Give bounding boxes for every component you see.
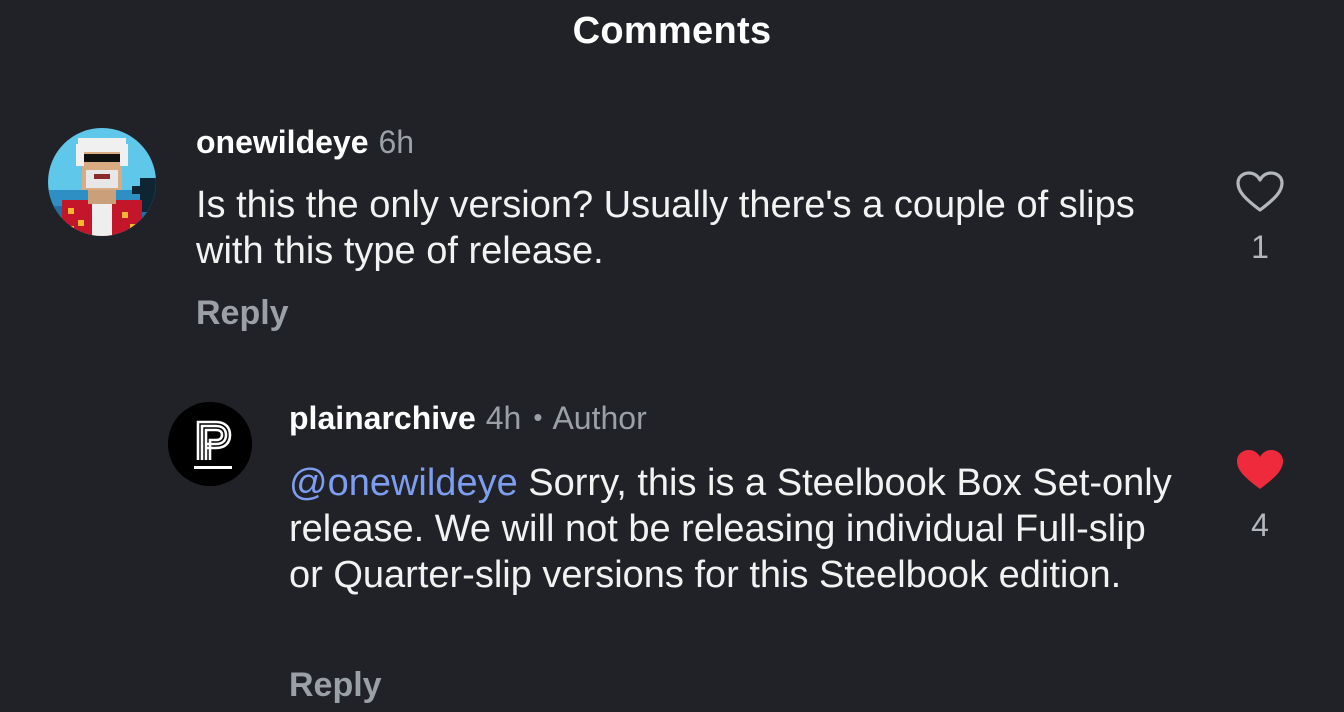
like-count: 1 [1251, 229, 1269, 265]
heart-outline-icon[interactable] [1235, 170, 1285, 214]
pixel-art-avatar-icon [48, 128, 156, 236]
reply-button[interactable]: Reply [289, 666, 382, 705]
timestamp: 6h [378, 124, 415, 160]
author-badge: Author [552, 400, 647, 436]
username[interactable]: onewildeye [196, 124, 369, 160]
like-control: 1 [1230, 170, 1290, 266]
comment-text: Is this the only version? Usually there'… [196, 184, 1135, 272]
like-count: 4 [1251, 507, 1269, 543]
plainarchive-logo-icon [168, 402, 252, 486]
username[interactable]: plainarchive [289, 400, 476, 436]
comments-sheet: Comments onewildeye 6h Is this the only … [0, 0, 1344, 712]
avatar[interactable] [48, 128, 156, 236]
timestamp: 4h [485, 400, 522, 436]
avatar[interactable] [168, 402, 252, 486]
comment-meta: onewildeye 6h [196, 124, 414, 161]
comment-text: @onewildeye Sorry, this is a Steelbook B… [289, 460, 1189, 598]
page-title: Comments [572, 10, 772, 52]
reply-button[interactable]: Reply [196, 294, 289, 333]
mention-link[interactable]: @onewildeye [289, 462, 518, 504]
separator-dot: • [533, 402, 543, 432]
heart-filled-icon[interactable] [1235, 448, 1285, 492]
comment-meta: plainarchive 4h • Author [289, 400, 647, 437]
like-control: 4 [1230, 448, 1290, 544]
